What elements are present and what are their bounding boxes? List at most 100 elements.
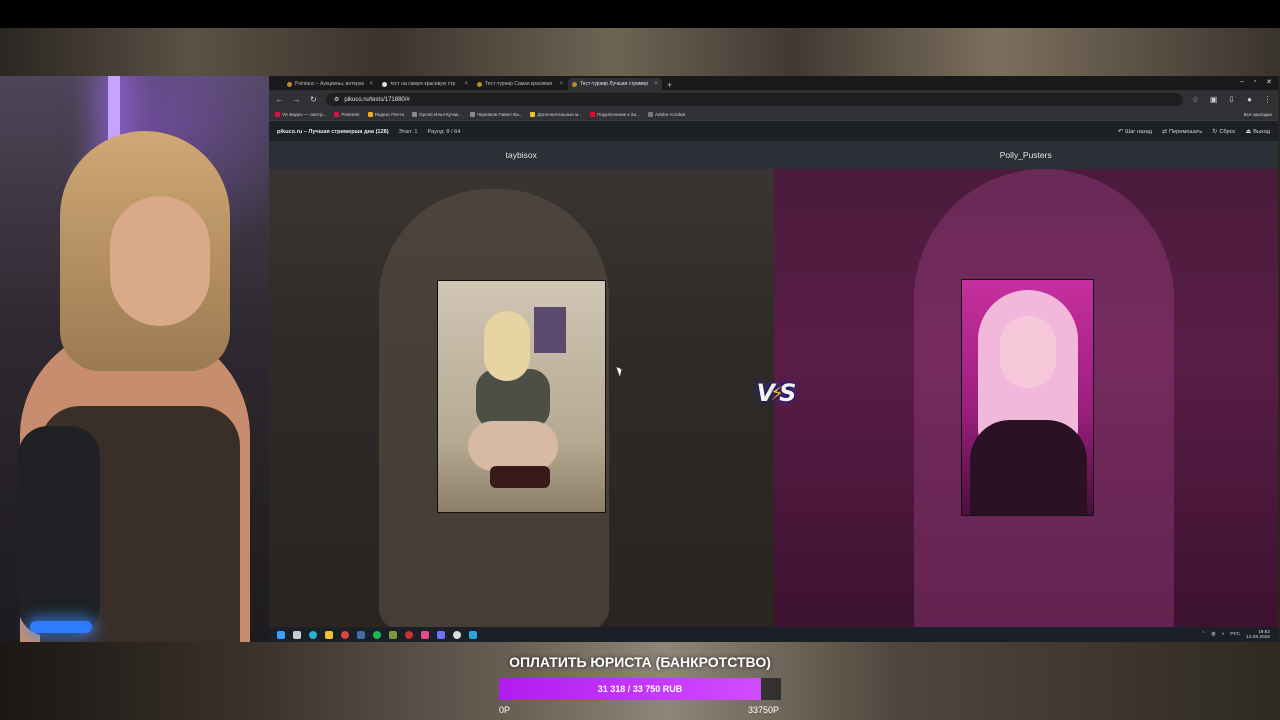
app-icon[interactable]	[405, 630, 413, 639]
bookmark-item[interactable]: Подключение к За...	[590, 112, 640, 117]
maximize-icon[interactable]: ▫	[1254, 78, 1256, 86]
task-view-icon[interactable]	[293, 630, 301, 639]
start-icon[interactable]	[277, 630, 285, 639]
bookmark-icon	[275, 112, 280, 117]
favicon-icon	[287, 81, 292, 87]
bookmark-star-icon[interactable]: ☆	[1191, 95, 1200, 104]
contestant-right-photo[interactable]	[960, 279, 1094, 516]
reload-icon[interactable]: ↻	[309, 95, 318, 104]
bookmark-icon	[334, 112, 340, 117]
contestant-left-panel[interactable]	[269, 169, 774, 627]
telegram-icon[interactable]	[469, 630, 477, 639]
exit-button[interactable]: ⏏ Выход	[1245, 128, 1270, 136]
discord-icon[interactable]	[437, 630, 445, 639]
chevron-up-icon[interactable]: ⌃	[1201, 632, 1205, 637]
yandex-icon[interactable]	[453, 630, 461, 639]
contestant-right-panel[interactable]	[773, 169, 1278, 627]
browser-toolbar: ← → ↻ ⚙ pikuco.ru/tests/171880/# ☆ ▣ ⇩ ●…	[269, 90, 1278, 109]
browser-tab[interactable]: Тест-турнир Самая красивая ×	[473, 78, 567, 90]
donation-goal-bar: 31 318 / 33 750 RUB	[499, 678, 781, 700]
undo-button[interactable]: ↶ Шаг назад	[1118, 128, 1152, 136]
all-bookmarks-button[interactable]: Все закладки	[1244, 112, 1272, 117]
download-icon[interactable]: ⇩	[1227, 95, 1236, 104]
browser-window: Pointauc – Аукционы, интерак × тест на са…	[269, 76, 1278, 642]
favicon-icon	[382, 81, 387, 87]
favicon-icon	[572, 81, 577, 87]
forward-icon[interactable]: →	[292, 95, 301, 104]
microphone	[18, 426, 100, 636]
tab-strip: Pointauc – Аукционы, интерак × тест на са…	[269, 76, 1278, 90]
bookmark-icon	[367, 112, 373, 117]
bookmark-item[interactable]: Pinterest	[334, 112, 360, 117]
bookmark-icon	[590, 112, 596, 117]
clock[interactable]: 19:52 14.08.2026	[1246, 630, 1270, 640]
adobe-icon	[647, 112, 653, 117]
windows-taskbar: ⌃ ◍ ◖ РУС 19:52 14.08.2026	[269, 627, 1278, 642]
spotify-icon[interactable]	[373, 630, 381, 639]
app-icon[interactable]	[421, 630, 429, 639]
stage-label: Этап: 1	[398, 128, 418, 135]
mouse-cursor-icon	[616, 365, 624, 377]
app-icon[interactable]	[389, 630, 397, 639]
chrome-icon[interactable]	[341, 630, 349, 639]
contestant-names: taybisox Polly_Pusters	[269, 141, 1278, 169]
edge-icon[interactable]	[309, 630, 317, 639]
language-indicator[interactable]: РУС	[1230, 632, 1240, 637]
versus-badge: V ⚡ S	[756, 379, 797, 407]
close-window-icon[interactable]: ✕	[1266, 78, 1272, 86]
shuffle-icon: ⇄	[1161, 129, 1168, 135]
new-tab-button[interactable]: +	[667, 80, 672, 90]
explorer-icon[interactable]	[325, 630, 333, 639]
versus-arena: V ⚡ S	[269, 169, 1278, 627]
donation-goal-title: ОПЛАТИТЬ ЮРИСТА (БАНКРОТСТВО)	[509, 654, 771, 670]
stream-frame: Pointauc – Аукционы, интерак × тест на са…	[0, 0, 1280, 720]
reset-button[interactable]: ↻ Сброс	[1212, 128, 1235, 136]
site-info-icon[interactable]: ⚙	[334, 96, 339, 103]
menu-icon[interactable]: ⋮	[1263, 95, 1272, 104]
webcam-feed	[0, 76, 269, 642]
browser-tab[interactable]: Pointauc – Аукционы, интерак ×	[283, 78, 377, 90]
bookmark-icon	[412, 112, 417, 117]
favicon-icon	[477, 81, 482, 87]
network-icon[interactable]: ◍	[1211, 632, 1215, 637]
page-title[interactable]: pikuco.ru – Лучшая стримерша дна (128)	[277, 129, 389, 135]
profile-icon[interactable]: ●	[1245, 95, 1254, 104]
site-header: pikuco.ru – Лучшая стримерша дна (128) Э…	[269, 122, 1278, 141]
system-tray: ⌃ ◍ ◖ РУС 19:52 14.08.2026	[1201, 630, 1270, 640]
donation-goal-max: 33750Р	[748, 705, 780, 715]
donation-goal-min: 0Р	[499, 705, 511, 715]
contestant-right-name[interactable]: Polly_Pusters	[774, 141, 1279, 169]
exit-icon: ⏏	[1245, 129, 1252, 135]
back-icon[interactable]: ←	[275, 95, 284, 104]
volume-icon[interactable]: ◖	[1221, 632, 1224, 637]
bookmark-item[interactable]: VK Видео — смотр...	[275, 112, 326, 117]
steam-icon[interactable]	[357, 630, 365, 639]
bookmark-item[interactable]: Черняков Павел Ва...	[469, 112, 522, 117]
background-top	[0, 28, 1280, 76]
contestant-left-name[interactable]: taybisox	[269, 141, 774, 169]
close-icon[interactable]: ×	[559, 81, 563, 87]
minimize-icon[interactable]: –	[1240, 78, 1244, 86]
bookmark-item[interactable]: Яндекс Почта	[367, 112, 404, 117]
bookmark-icon	[530, 112, 536, 117]
extensions-icon[interactable]: ▣	[1209, 95, 1218, 104]
window-controls: – ▫ ✕	[1240, 78, 1272, 86]
close-icon[interactable]: ×	[369, 81, 373, 87]
url-text: pikuco.ru/tests/171880/#	[344, 96, 410, 103]
reset-icon: ↻	[1212, 129, 1218, 135]
shuffle-button[interactable]: ⇄ Перемешать	[1161, 128, 1202, 136]
donation-goal-progress: 31 318 / 33 750 RUB	[597, 684, 683, 694]
bookmark-icon	[469, 112, 475, 117]
bookmarks-bar: VK Видео — смотр... Pinterest Яндекс Поч…	[269, 109, 1278, 121]
round-label: Раунд: 8 / 64	[427, 128, 461, 135]
close-icon[interactable]: ×	[654, 81, 658, 87]
address-bar[interactable]: ⚙ pikuco.ru/tests/171880/#	[326, 93, 1183, 106]
close-icon[interactable]: ×	[464, 81, 468, 87]
browser-tab[interactable]: тест на самую красивую стр ×	[378, 78, 472, 90]
contestant-left-photo[interactable]	[437, 280, 606, 513]
bookmark-item[interactable]: Дополнительные м...	[530, 112, 582, 117]
undo-icon: ↶	[1118, 129, 1124, 135]
bookmark-item[interactable]: Adobe Acrobat	[647, 112, 685, 117]
browser-tab-active[interactable]: Тест-турнир Лучшая стример ×	[568, 78, 662, 90]
bookmark-item[interactable]: Орлов Илья Кучак...	[412, 112, 462, 117]
